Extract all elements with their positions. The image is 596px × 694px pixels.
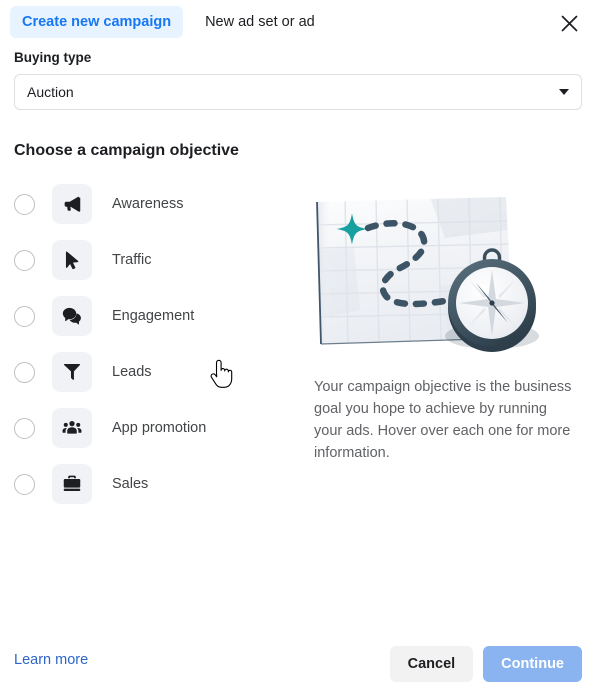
objective-option-app-promotion[interactable]: App promotion <box>12 404 312 452</box>
close-icon[interactable] <box>554 8 584 38</box>
continue-button[interactable]: Continue <box>483 646 582 682</box>
cancel-button[interactable]: Cancel <box>389 646 474 682</box>
tab-create-new-campaign[interactable]: Create new campaign <box>10 6 184 38</box>
radio-awareness[interactable] <box>14 193 35 215</box>
illustration-panel: Your campaign objective is the business … <box>310 190 586 464</box>
dialog-footer: Learn more Cancel Continue <box>0 632 596 694</box>
objective-list: Awareness Traffic Engagement Leads App p… <box>12 180 312 516</box>
cursor-arrow-icon <box>52 240 92 280</box>
objective-heading: Choose a campaign objective <box>14 142 239 159</box>
speech-bubbles-icon <box>52 296 92 336</box>
objective-option-leads[interactable]: Leads <box>12 348 312 396</box>
objective-option-engagement[interactable]: Engagement <box>12 292 312 340</box>
objective-option-awareness[interactable]: Awareness <box>12 180 312 228</box>
objective-label: Leads <box>112 363 152 380</box>
tab-new-ad-set-or-ad[interactable]: New ad set or ad <box>193 6 327 38</box>
objective-label: Sales <box>112 475 149 492</box>
map-with-compass-illustration <box>316 197 539 352</box>
briefcase-icon <box>52 464 92 504</box>
buying-type-value: Auction <box>27 84 74 100</box>
buying-type-section: Buying type Auction <box>14 50 582 110</box>
funnel-icon <box>52 352 92 392</box>
buying-type-label: Buying type <box>14 50 92 65</box>
buying-type-dropdown[interactable]: Auction <box>14 74 582 110</box>
megaphone-icon <box>52 184 92 224</box>
radio-sales[interactable] <box>14 473 35 495</box>
radio-traffic[interactable] <box>14 249 35 271</box>
objective-label: Traffic <box>112 251 152 268</box>
objective-label: Engagement <box>112 307 195 324</box>
radio-app-promotion[interactable] <box>14 417 35 439</box>
objective-label: App promotion <box>112 419 207 436</box>
learn-more-link[interactable]: Learn more <box>14 652 88 669</box>
objective-label: Awareness <box>112 195 184 212</box>
footer-actions: Cancel Continue <box>389 646 582 682</box>
dialog-header: Create new campaign New ad set or ad <box>0 0 596 44</box>
chevron-down-icon <box>559 89 569 95</box>
objective-description: Your campaign objective is the business … <box>314 379 572 461</box>
tab-strip: Create new campaign New ad set or ad <box>10 6 327 38</box>
objective-option-sales[interactable]: Sales <box>12 460 312 508</box>
people-group-icon <box>52 408 92 448</box>
radio-engagement[interactable] <box>14 305 35 327</box>
objective-option-traffic[interactable]: Traffic <box>12 236 312 284</box>
radio-leads[interactable] <box>14 361 35 383</box>
